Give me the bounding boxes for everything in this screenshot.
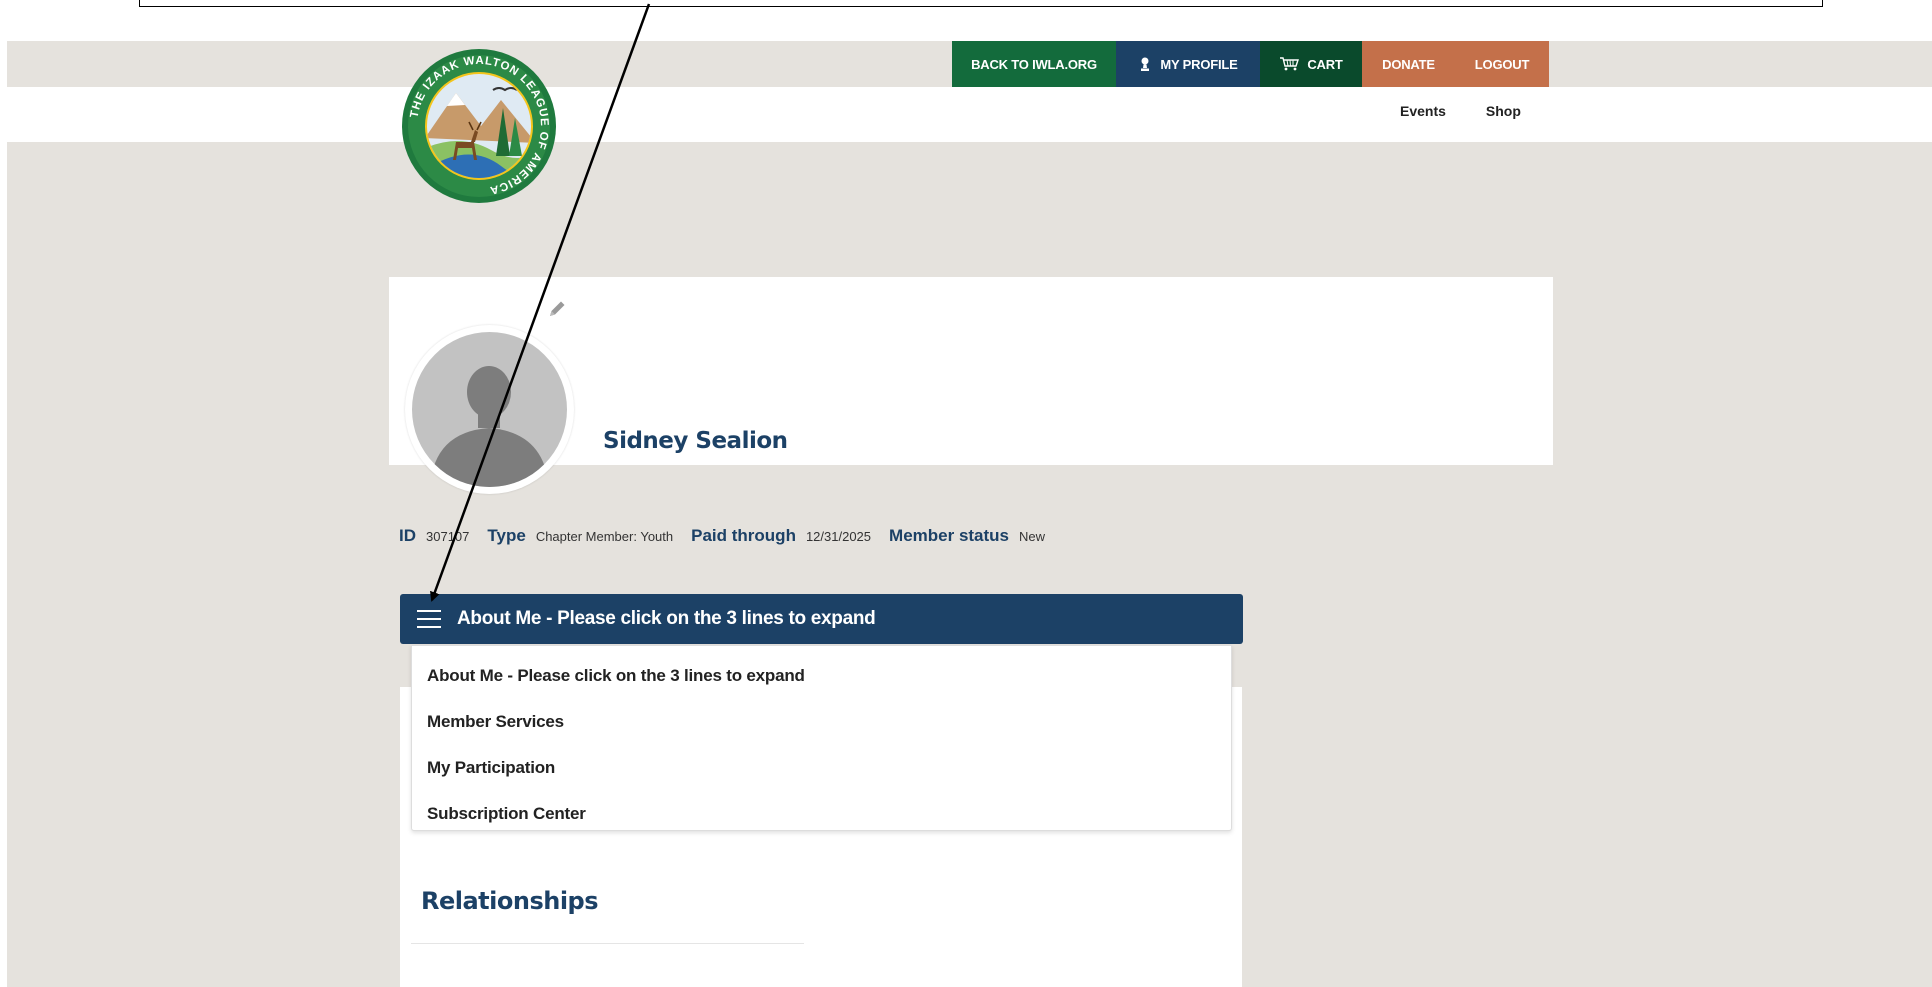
id-value: 307107 bbox=[426, 529, 470, 544]
about-me-accordion-header[interactable]: About Me - Please click on the 3 lines t… bbox=[400, 594, 1243, 644]
type-value: Chapter Member: Youth bbox=[535, 529, 674, 544]
relationships-divider bbox=[411, 943, 804, 944]
back-to-iwla-button[interactable]: BACK TO IWLA.ORG bbox=[952, 41, 1116, 87]
logout-label: LOGOUT bbox=[1474, 56, 1530, 72]
top-navigation: BACK TO IWLA.ORG MY PROFILE CART DONATE … bbox=[952, 41, 1549, 87]
paid-through-value: 12/31/2025 bbox=[805, 529, 872, 544]
donate-label: DONATE bbox=[1382, 56, 1435, 72]
member-status-label: Member status bbox=[889, 526, 1010, 545]
logout-button[interactable]: LOGOUT bbox=[1455, 41, 1549, 87]
relationships-heading: Relationships bbox=[421, 887, 599, 915]
paid-through-label: Paid through bbox=[691, 526, 796, 545]
avatar[interactable] bbox=[412, 332, 567, 487]
type-label: Type bbox=[487, 526, 526, 545]
menu-item-member-services[interactable]: Member Services bbox=[412, 699, 1231, 745]
accordion-dropdown-menu: About Me - Please click on the 3 lines t… bbox=[411, 645, 1232, 831]
secondary-navigation: Events Shop bbox=[1400, 103, 1521, 119]
shop-link[interactable]: Shop bbox=[1486, 103, 1521, 119]
annotation-box bbox=[139, 0, 1823, 7]
accordion-title: About Me - Please click on the 3 lines t… bbox=[457, 608, 876, 629]
id-label: ID bbox=[399, 526, 416, 545]
menu-item-about-me[interactable]: About Me - Please click on the 3 lines t… bbox=[412, 653, 1231, 699]
my-profile-label: MY PROFILE bbox=[1160, 56, 1238, 72]
person-silhouette-icon bbox=[430, 366, 549, 487]
user-icon bbox=[1141, 57, 1150, 71]
back-to-iwla-label: BACK TO IWLA.ORG bbox=[971, 56, 1097, 72]
cart-icon bbox=[1280, 57, 1300, 71]
cart-label: CART bbox=[1307, 56, 1343, 72]
member-info-row: ID 307107 Type Chapter Member: Youth Pai… bbox=[399, 526, 1063, 546]
member-name: Sidney Sealion bbox=[603, 428, 788, 454]
donate-button[interactable]: DONATE bbox=[1362, 41, 1455, 87]
events-link[interactable]: Events bbox=[1400, 103, 1446, 119]
iwla-logo[interactable]: THE IZAAK WALTON LEAGUE OF AMERICA bbox=[401, 48, 557, 204]
menu-item-my-participation[interactable]: My Participation bbox=[412, 745, 1231, 791]
my-profile-button[interactable]: MY PROFILE bbox=[1116, 41, 1260, 87]
menu-item-subscription-center[interactable]: Subscription Center bbox=[412, 791, 1231, 837]
edit-pencil-icon[interactable] bbox=[547, 299, 567, 319]
hamburger-menu-icon[interactable] bbox=[417, 608, 443, 630]
header-band bbox=[7, 87, 1932, 142]
cart-button[interactable]: CART bbox=[1260, 41, 1362, 87]
member-status-value: New bbox=[1019, 529, 1046, 544]
